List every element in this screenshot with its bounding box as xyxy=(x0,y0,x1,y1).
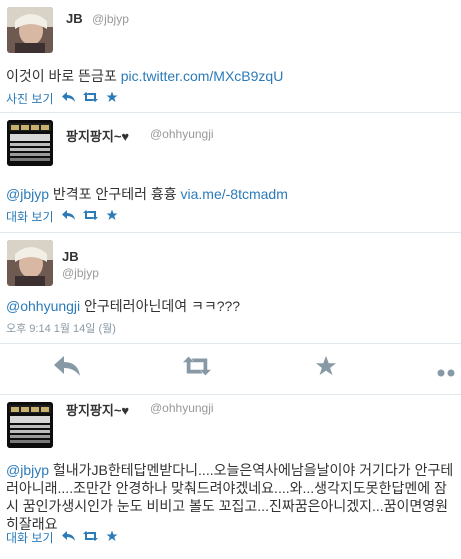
mention-link[interactable]: @jbjyp xyxy=(6,186,49,202)
tweet-2[interactable]: 팡지팡지~♥ @ohhyungji @jbjyp 반격포 안구테러 흉흉 via… xyxy=(0,113,461,232)
author-name[interactable]: 팡지팡지~♥ xyxy=(66,400,129,419)
reply-icon[interactable] xyxy=(54,356,80,381)
view-conversation-link[interactable]: 대화 보기 xyxy=(6,529,54,546)
star-icon[interactable] xyxy=(315,355,337,382)
tweet-actions: 대화 보기 xyxy=(6,208,118,224)
author-handle[interactable]: @jbjyp xyxy=(62,266,99,280)
more-icon[interactable] xyxy=(437,364,461,382)
author-handle[interactable]: @ohhyungji xyxy=(150,127,214,141)
star-icon[interactable] xyxy=(106,530,118,545)
avatar[interactable] xyxy=(7,7,53,53)
tweet-link[interactable]: pic.twitter.com/MXcB9zqU xyxy=(121,68,284,84)
tweet-body: 반격포 안구테러 흉흉 xyxy=(49,186,181,202)
retweet-icon[interactable] xyxy=(183,356,211,381)
avatar[interactable] xyxy=(7,240,53,286)
tweet-4[interactable]: 팡지팡지~♥ @ohhyungji @jbjyp 헐내가JB한테답멘받다니...… xyxy=(0,395,461,559)
tweet-3-expanded[interactable]: JB @jbjyp @ohhyungji 안구테러아닌데여 ㅋㅋ??? 오후 9… xyxy=(0,233,461,343)
tweet-body: 안구테러아닌데여 ㅋㅋ??? xyxy=(80,298,241,314)
tweet-link[interactable]: via.me/-8tcmadm xyxy=(181,186,288,202)
mention-link[interactable]: @ohhyungji xyxy=(6,298,80,314)
reply-icon[interactable] xyxy=(61,91,75,105)
view-photo-link[interactable]: 사진 보기 xyxy=(6,90,54,107)
tweet-text: @ohhyungji 안구테러아닌데여 ㅋㅋ??? xyxy=(6,297,458,315)
tweet-text: @jbjyp 헐내가JB한테답멘받다니....오늘은역사에남을날이야 거기다가 … xyxy=(6,461,458,533)
tweet-timestamp[interactable]: 오후 9:14 1월 14일 (월) xyxy=(6,320,116,336)
tweet-text: @jbjyp 반격포 안구테러 흉흉 via.me/-8tcmadm xyxy=(6,185,458,203)
star-icon[interactable] xyxy=(106,209,118,224)
tweet-1[interactable]: JB @jbjyp 이것이 바로 뜬금포 pic.twitter.com/MXc… xyxy=(0,0,461,112)
avatar[interactable] xyxy=(7,402,53,448)
view-conversation-link[interactable]: 대화 보기 xyxy=(6,208,54,225)
retweet-icon[interactable] xyxy=(82,209,98,223)
author-handle[interactable]: @ohhyungji xyxy=(150,401,214,415)
avatar[interactable] xyxy=(7,120,53,166)
tweet-actions: 사진 보기 xyxy=(6,90,118,106)
tweet-text: 이것이 바로 뜬금포 pic.twitter.com/MXcB9zqU xyxy=(6,67,458,85)
author-name[interactable]: JB xyxy=(62,249,79,264)
tweet-action-bar xyxy=(0,344,461,394)
retweet-icon[interactable] xyxy=(82,530,98,544)
author-name[interactable]: 팡지팡지~♥ xyxy=(66,126,129,145)
tweet-body: 헐내가JB한테답멘받다니....오늘은역사에남을날이야 거기다가 안구테러아니래… xyxy=(6,462,454,532)
star-icon[interactable] xyxy=(106,91,118,106)
author-name[interactable]: JB xyxy=(66,11,83,26)
retweet-icon[interactable] xyxy=(82,91,98,105)
tweet-actions: 대화 보기 xyxy=(6,529,118,545)
author-handle[interactable]: @jbjyp xyxy=(92,12,129,26)
tweet-body: 이것이 바로 뜬금포 xyxy=(6,68,121,84)
mention-link[interactable]: @jbjyp xyxy=(6,462,49,478)
reply-icon[interactable] xyxy=(61,530,75,544)
reply-icon[interactable] xyxy=(61,209,75,223)
